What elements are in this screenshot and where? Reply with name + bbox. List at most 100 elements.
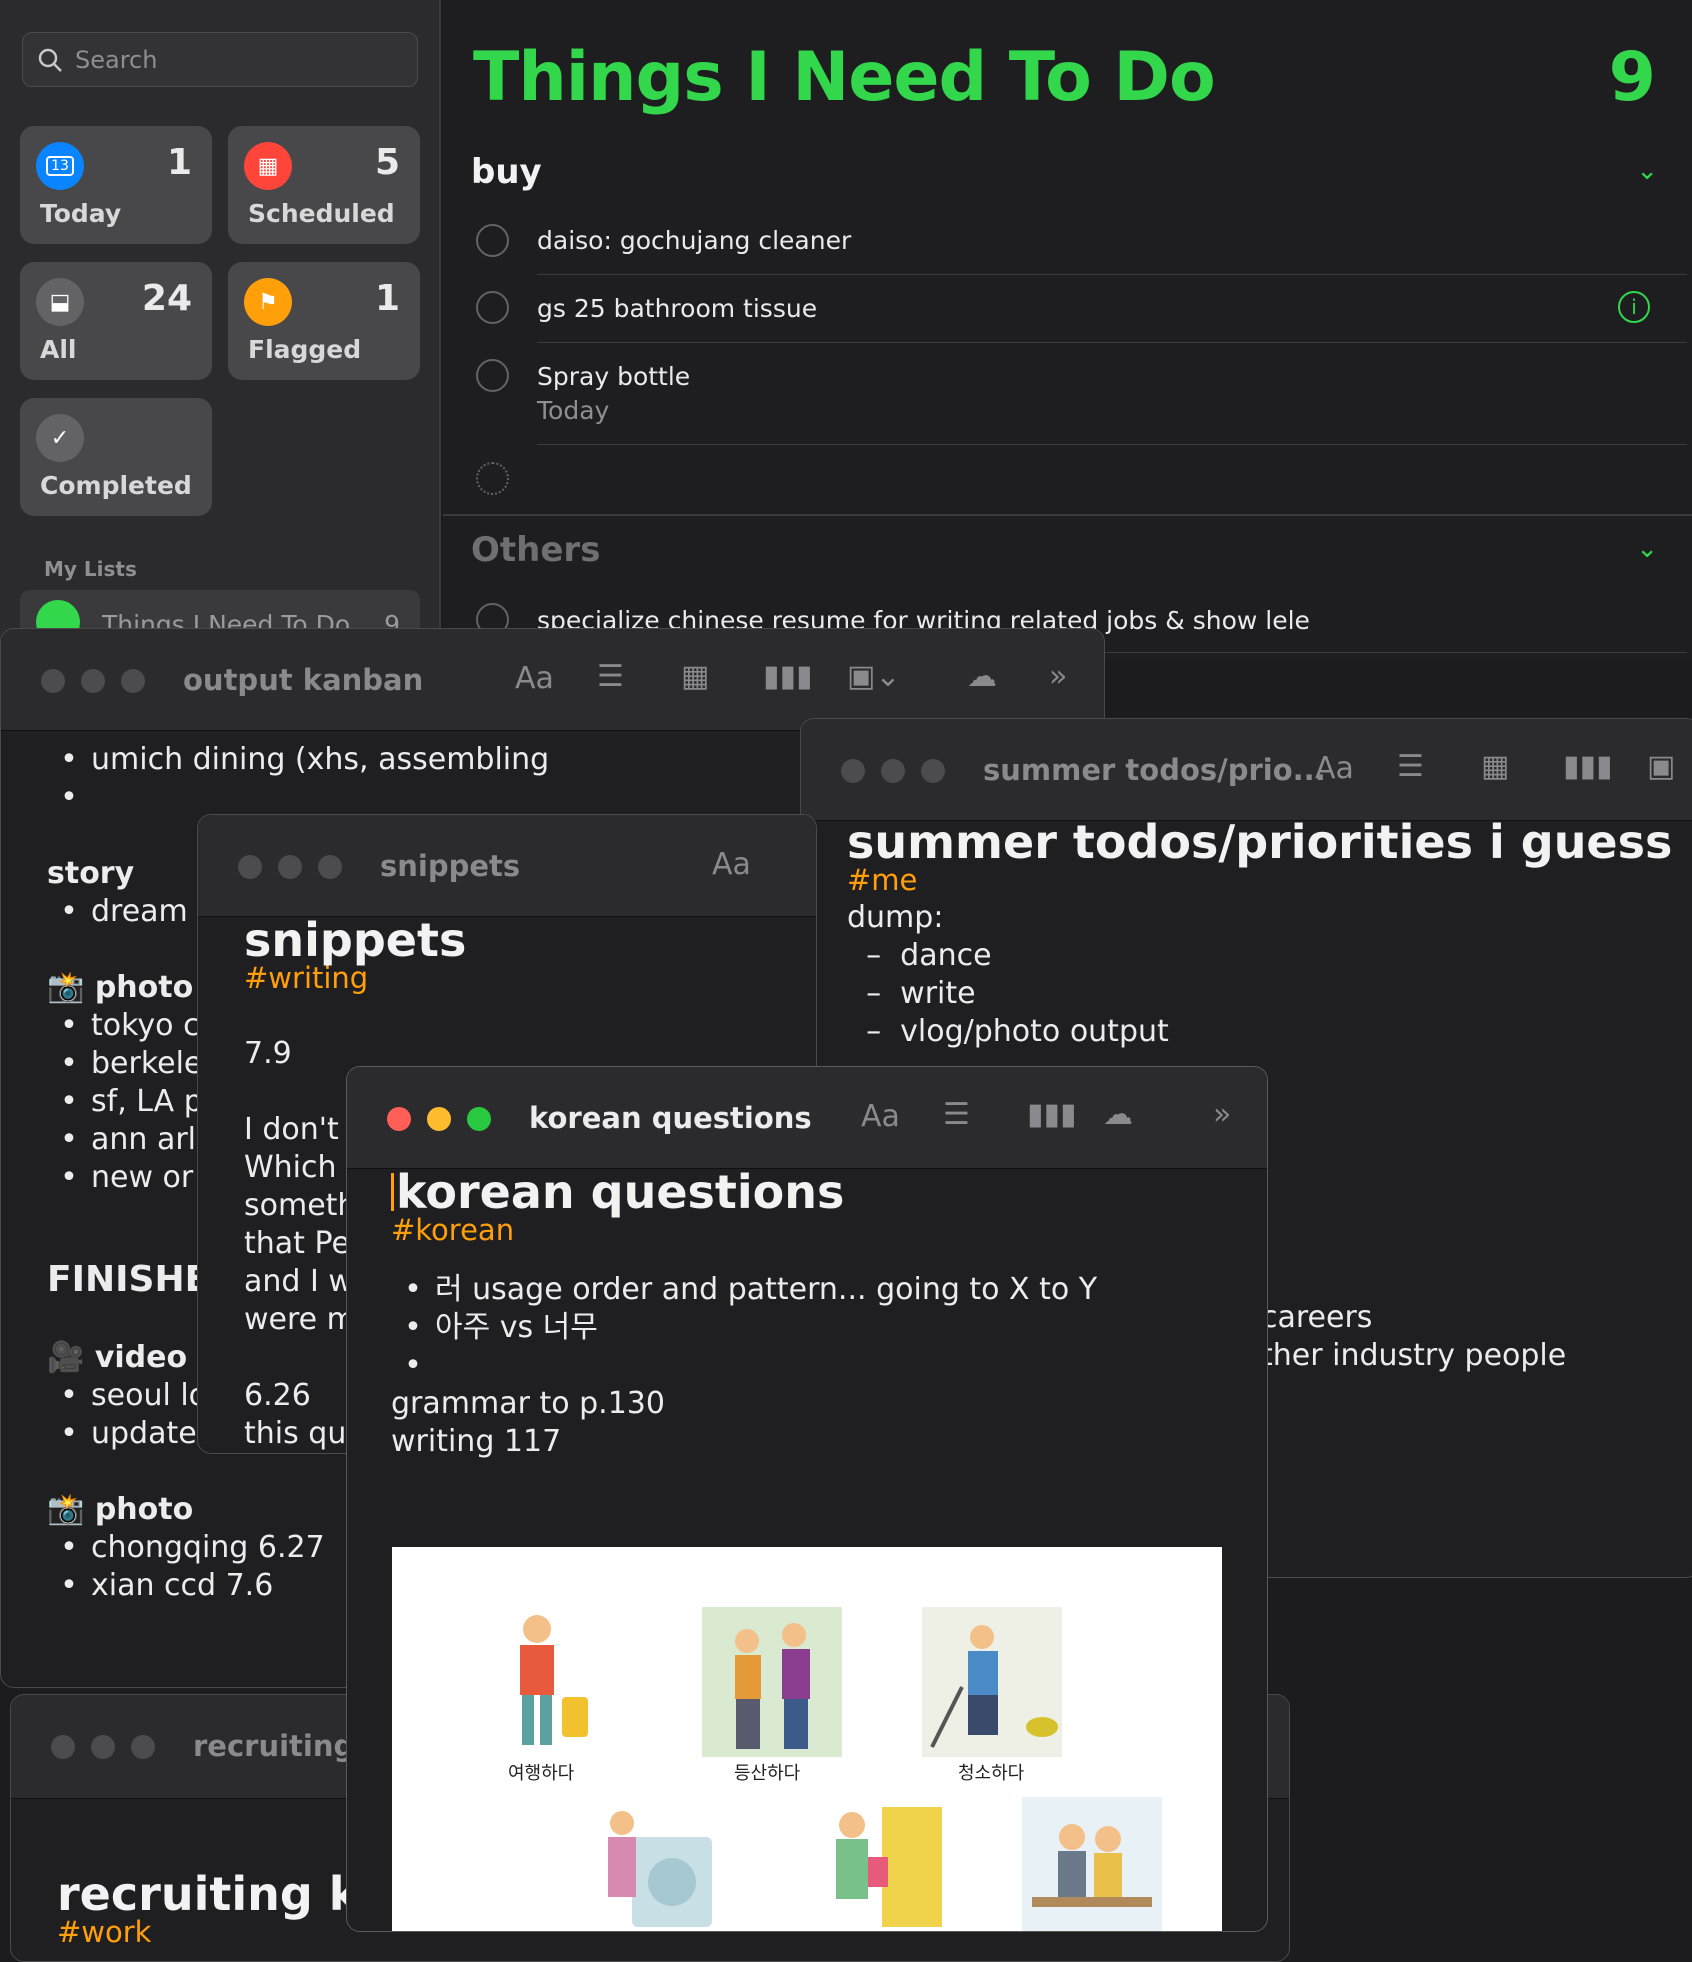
title-bar[interactable]: summer todos/prio... Aa ☰ ▦ ▮▮▮ ▣ [801,719,1692,821]
note-line: grammar to p.130 [391,1386,665,1421]
note-title: snippets [244,913,467,967]
zoom-button[interactable] [318,855,342,879]
minimize-button[interactable] [91,1735,115,1759]
window-title: summer todos/prio... [983,753,1326,787]
divider [537,444,1687,445]
audio-icon[interactable]: ▮▮▮ [763,659,813,694]
tile-completed[interactable]: ✓ Completed [20,398,212,516]
table-icon[interactable]: ▦ [1481,749,1509,784]
more-icon[interactable]: » [1213,1097,1231,1132]
note-line: 아주 vs 너무 [391,1309,1251,1347]
traveler-illustration [520,1615,588,1745]
calendar-grid-icon: ▦ [244,142,292,190]
zoom-button[interactable] [921,759,945,783]
search-input[interactable]: Search [22,32,418,87]
zoom-button[interactable] [467,1107,491,1131]
tile-label: Scheduled [248,199,395,228]
hikers-illustration [702,1607,842,1757]
reminder-title[interactable]: daiso: gochujang cleaner [537,226,851,255]
divider [537,342,1687,343]
reminder-date: Today [537,396,610,425]
tile-scheduled[interactable]: ▦ 5 Scheduled [228,126,420,244]
audio-icon[interactable]: ▮▮▮ [1563,749,1613,784]
reminder-title[interactable]: gs 25 bathroom tissue [537,294,817,323]
window-korean-questions[interactable]: korean questions Aa ☰ ▮▮▮ ☁ » korean que… [346,1066,1268,1932]
table-icon[interactable]: ▦ [681,659,709,694]
minimize-button[interactable] [427,1107,451,1131]
audio-icon[interactable]: ▮▮▮ [1027,1097,1077,1132]
search-placeholder: Search [75,45,158,74]
tile-count: 5 [374,142,400,183]
calendar-icon: 13 [36,142,84,190]
collaborate-icon[interactable]: ☁ [967,659,997,694]
calendar-day: 13 [46,156,74,176]
info-icon[interactable]: i [1618,291,1650,323]
note-line: careers [1261,1300,1373,1335]
shopping-illustration [836,1807,942,1927]
note-line [391,1347,1251,1385]
window-title: snippets [380,849,521,883]
window-title: korean questions [529,1101,812,1135]
tile-label: Completed [40,471,192,500]
title-bar[interactable]: korean questions Aa ☰ ▮▮▮ ☁ » [347,1067,1267,1169]
note-line: dump: [847,900,944,935]
tile-label: Today [40,199,122,228]
close-button[interactable] [41,669,65,693]
note-tag[interactable]: #writing [244,959,804,997]
window-title: output kanban [183,663,424,697]
tile-flagged[interactable]: ⚑ 1 Flagged [228,262,420,380]
checklist-icon[interactable]: ☰ [1397,749,1424,784]
note-line: – vlog/photo output [847,1014,1169,1049]
section-buy[interactable]: buy [471,152,542,192]
new-reminder-checkbox[interactable] [476,462,509,495]
minimize-button[interactable] [881,759,905,783]
search-icon [38,48,62,72]
title-bar[interactable]: output kanban Aa ☰ ▦ ▮▮▮ ▣⌄ ☁ » [1,629,1104,731]
collaborate-icon[interactable]: ☁ [1103,1097,1133,1132]
section-divider [443,514,1692,516]
tile-count: 24 [141,278,192,319]
note-line: 러 usage order and pattern... going to X … [391,1271,1251,1309]
note-line: – write [847,976,976,1011]
title-bar[interactable]: snippets Aa [198,815,816,917]
tile-label: All [40,335,77,364]
close-button[interactable] [51,1735,75,1759]
reminder-title[interactable]: Spray bottle [537,362,690,391]
textbook-illustration[interactable]: 여행하다 등산하다 청소하다 [392,1547,1222,1931]
format-icon[interactable]: Aa [712,847,751,882]
zoom-button[interactable] [121,669,145,693]
divider [537,274,1687,275]
note-title[interactable]: korean questions [391,1169,1251,1215]
media-icon[interactable]: ▣ [1647,749,1675,784]
format-icon[interactable]: Aa [1315,751,1354,786]
reminder-checkbox[interactable] [476,291,509,324]
checkmark-icon: ✓ [36,414,84,462]
checklist-icon[interactable]: ☰ [597,659,624,694]
note-line: writing 117 [391,1424,562,1459]
close-button[interactable] [238,855,262,879]
reminders-sidebar: Search 13 1 Today ▦ 5 Scheduled ⬓ 24 All… [0,0,441,640]
zoom-button[interactable] [131,1735,155,1759]
reminder-checkbox[interactable] [476,224,509,257]
format-icon[interactable]: Aa [515,661,554,696]
reminder-checkbox[interactable] [476,359,509,392]
tile-today[interactable]: 13 1 Today [20,126,212,244]
minimize-button[interactable] [278,855,302,879]
more-icon[interactable]: » [1049,659,1067,694]
close-button[interactable] [387,1107,411,1131]
minimize-button[interactable] [81,669,105,693]
format-icon[interactable]: Aa [861,1099,900,1134]
close-button[interactable] [841,759,865,783]
tile-count: 1 [374,278,400,319]
chevron-down-icon[interactable]: ⌄ [1636,534,1658,564]
section-others[interactable]: Others [471,530,600,570]
checklist-icon[interactable]: ☰ [943,1097,970,1132]
note-line: – dance [847,938,992,973]
media-icon[interactable]: ▣⌄ [847,659,900,694]
chevron-down-icon[interactable]: ⌄ [1636,156,1658,186]
list-total-count: 9 [1608,38,1656,117]
tile-label: Flagged [248,335,362,364]
list-title: Things I Need To Do [473,38,1216,117]
caption: 청소하다 [958,1763,1025,1784]
tile-all[interactable]: ⬓ 24 All [20,262,212,380]
